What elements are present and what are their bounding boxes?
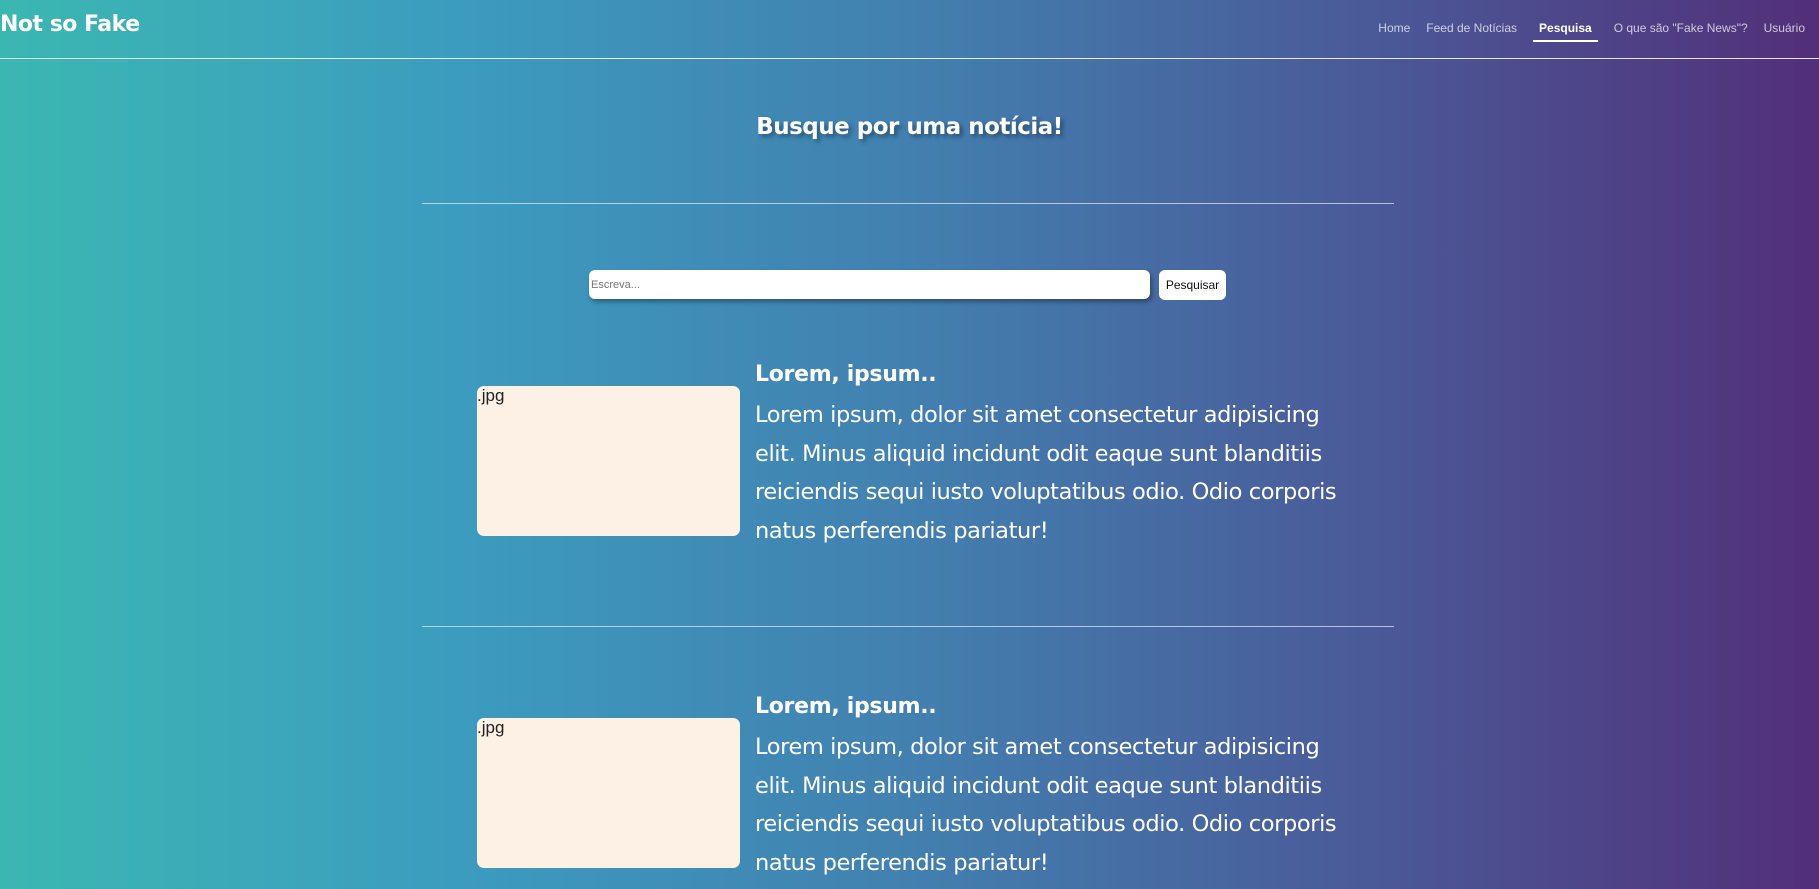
article-title: Lorem, ipsum.. xyxy=(755,694,937,719)
article-title: Lorem, ipsum.. xyxy=(755,362,937,387)
search-input[interactable] xyxy=(589,270,1150,299)
article-thumbnail: .jpg xyxy=(477,386,740,536)
divider xyxy=(422,203,1394,204)
article-body: Lorem ipsum, dolor sit amet consectetur … xyxy=(755,734,1337,876)
article-thumbnail: .jpg xyxy=(477,718,740,868)
article-text: Lorem, ipsum.. Lorem ipsum, dolor sit am… xyxy=(755,692,1355,882)
nav-link-home[interactable]: Home xyxy=(1371,0,1417,58)
divider xyxy=(422,626,1394,627)
navbar: Not so Fake Home Feed de Notícias Pesqui… xyxy=(0,0,1819,59)
article-body: Lorem ipsum, dolor sit amet consectetur … xyxy=(755,402,1337,544)
article-text: Lorem, ipsum.. Lorem ipsum, dolor sit am… xyxy=(755,360,1355,550)
page-title: Busque por uma notícia! xyxy=(756,114,1063,140)
nav-link-pesquisa[interactable]: Pesquisa xyxy=(1526,0,1605,58)
brand-logo[interactable]: Not so Fake xyxy=(0,12,140,37)
nav-link-fake-news[interactable]: O que são "Fake News"? xyxy=(1607,0,1755,58)
nav-links: Home Feed de Notícias Pesquisa O que são… xyxy=(1370,0,1813,58)
nav-link-usuario[interactable]: Usuário xyxy=(1757,0,1812,58)
nav-link-pesquisa-label: Pesquisa xyxy=(1533,16,1598,42)
search-button[interactable]: Pesquisar xyxy=(1159,270,1226,300)
nav-link-feed[interactable]: Feed de Notícias xyxy=(1419,0,1524,58)
